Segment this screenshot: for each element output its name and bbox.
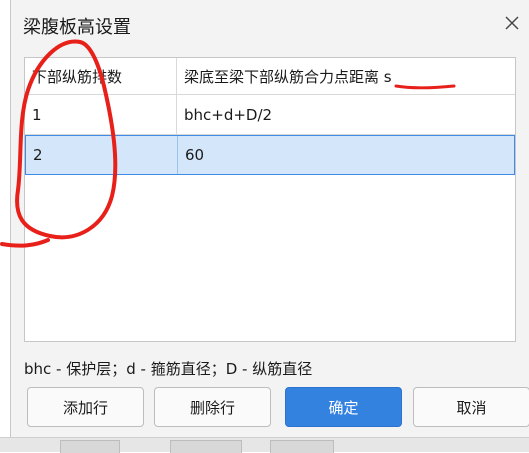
symbol-legend: bhc - 保护层；d - 箍筋直径；D - 纵筋直径 [24,360,313,378]
cancel-button[interactable]: 取消 [413,387,529,427]
table-row-selected[interactable]: 2 60 [25,135,515,175]
add-row-button[interactable]: 添加行 [27,387,144,427]
close-button[interactable] [497,8,527,38]
background-tab [60,440,120,453]
rebar-table: 下部纵筋排数 梁底至梁下部纵筋合力点距离 s 1 bhc+d+D/2 2 60 [24,57,516,342]
cell-rebar-rows[interactable]: 2 [26,136,178,174]
cell-distance[interactable]: 60 [178,136,516,174]
cell-distance[interactable]: bhc+d+D/2 [177,95,515,134]
table-header-row: 下部纵筋排数 梁底至梁下部纵筋合力点距离 s [25,58,515,95]
close-icon [505,16,519,30]
column-header-rebar-rows[interactable]: 下部纵筋排数 [25,58,177,94]
row-settings-dialog: 梁腹板高设置 下部纵筋排数 梁底至梁下部纵筋合力点距离 s 1 bhc+d+D/… [10,0,529,451]
background-tab [170,440,242,453]
cell-rebar-rows[interactable]: 1 [25,95,177,134]
table-row[interactable]: 1 bhc+d+D/2 [25,95,515,135]
dialog-titlebar: 梁腹板高设置 [11,0,529,50]
ok-button[interactable]: 确定 [285,387,402,427]
background-tab [270,440,334,453]
background-window-strip [0,437,529,453]
delete-row-button[interactable]: 删除行 [154,387,271,427]
column-header-distance[interactable]: 梁底至梁下部纵筋合力点距离 s [177,58,515,94]
dialog-title: 梁腹板高设置 [23,17,131,38]
